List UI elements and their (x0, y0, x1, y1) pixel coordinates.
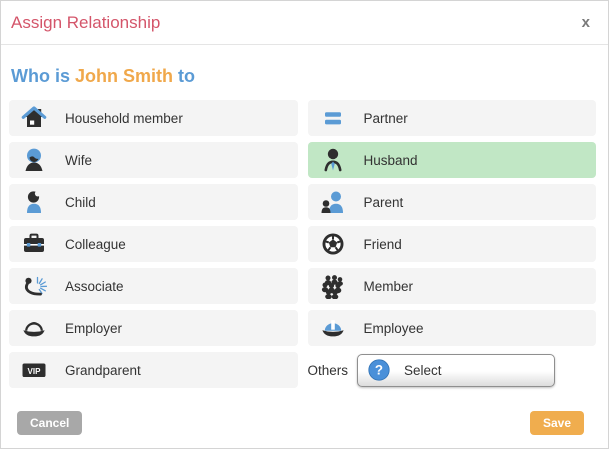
relationship-option-associate[interactable]: Associate (9, 268, 298, 304)
relationship-option-friend[interactable]: Friend (308, 226, 597, 262)
save-button[interactable]: Save (530, 411, 584, 435)
parent-icon (320, 189, 346, 215)
relationship-option-label: Grandparent (65, 363, 141, 378)
others-label: Others (308, 363, 349, 378)
relationship-option-label: Partner (364, 111, 408, 126)
options-grid: Household member Wife Child Colleague Associ… (9, 100, 596, 388)
employer-hardhat-icon (21, 315, 47, 341)
modal-footer: Cancel Save (9, 411, 596, 435)
employee-hardhat-icon (320, 315, 346, 341)
child-icon (21, 189, 47, 215)
others-select-button[interactable]: ? Select (357, 354, 555, 387)
relationship-option-partner[interactable]: Partner (308, 100, 597, 136)
relationship-option-child[interactable]: Child (9, 184, 298, 220)
relationship-option-label: Parent (364, 195, 404, 210)
relationship-option-label: Employer (65, 321, 122, 336)
vip-badge-icon: VIP (21, 357, 47, 383)
svg-text:VIP: VIP (28, 367, 42, 376)
assign-relationship-modal: Assign Relationship x Who is John Smith … (0, 0, 609, 449)
home-icon (21, 105, 47, 131)
soccer-ball-icon (320, 231, 346, 257)
question-icon: ? (367, 358, 391, 382)
relationship-option-label: Colleague (65, 237, 126, 252)
relationship-option-label: Employee (364, 321, 424, 336)
relationship-option-employee[interactable]: Employee (308, 310, 597, 346)
husband-icon (320, 147, 346, 173)
relationship-option-label: Household member (65, 111, 183, 126)
select-label: Select (404, 363, 442, 378)
relationship-option-colleague[interactable]: Colleague (9, 226, 298, 262)
briefcase-icon (21, 231, 47, 257)
relationship-option-label: Associate (65, 279, 124, 294)
relationship-option-label: Child (65, 195, 96, 210)
question-heading: Who is John Smith to (11, 66, 596, 87)
others-row: Others ? Select (308, 352, 597, 388)
group-icon (320, 273, 346, 299)
relationship-option-label: Husband (364, 153, 418, 168)
modal-body: Who is John Smith to Household member Wif… (1, 66, 608, 435)
relationship-option-label: Member (364, 279, 414, 294)
options-column-left: Household member Wife Child Colleague Associ… (9, 100, 298, 388)
svg-text:?: ? (375, 363, 383, 378)
equals-icon (320, 105, 346, 131)
relationship-option-label: Friend (364, 237, 402, 252)
relationship-option-parent[interactable]: Parent (308, 184, 597, 220)
relationship-option-household-member[interactable]: Household member (9, 100, 298, 136)
question-suffix: to (173, 66, 195, 86)
person-name: John Smith (75, 66, 173, 86)
options-column-right: Partner Husband Parent Friend Member Employee… (308, 100, 597, 388)
modal-title: Assign Relationship (11, 13, 160, 33)
relationship-option-member[interactable]: Member (308, 268, 597, 304)
cancel-button[interactable]: Cancel (17, 411, 82, 435)
modal-header: Assign Relationship x (1, 1, 608, 45)
question-prefix: Who is (11, 66, 75, 86)
relationship-option-label: Wife (65, 153, 92, 168)
relationship-option-husband[interactable]: Husband (308, 142, 597, 178)
wife-icon (21, 147, 47, 173)
relationship-option-wife[interactable]: Wife (9, 142, 298, 178)
associate-icon (21, 273, 47, 299)
relationship-option-grandparent[interactable]: VIP Grandparent (9, 352, 298, 388)
close-icon[interactable]: x (582, 15, 590, 30)
relationship-option-employer[interactable]: Employer (9, 310, 298, 346)
